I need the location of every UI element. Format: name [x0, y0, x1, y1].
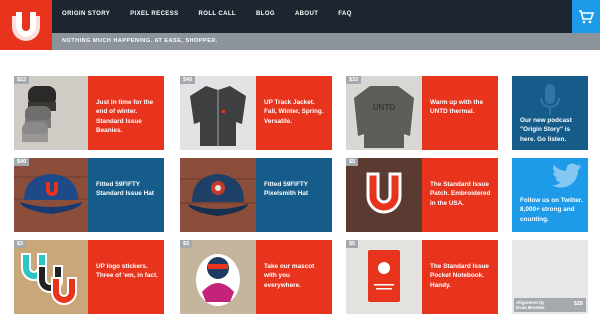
pointer-notch — [88, 273, 89, 281]
price-badge: $32 — [346, 76, 362, 84]
product-description[interactable]: Take our mascot with you everywhere. — [256, 240, 332, 314]
product-description[interactable]: Warm up with the UNTD thermal. — [422, 76, 498, 150]
standard-hat-text: Fitted 59FIFTY Standard Issue Hat — [96, 181, 154, 198]
pointer-notch — [422, 191, 423, 199]
patch-illustration — [346, 158, 422, 232]
price-badge: $28 — [573, 300, 583, 307]
tagline: NOTHING MUCH HAPPENING. AT EASE, SHOPPER… — [62, 38, 218, 44]
pixelsmith-hat-photo[interactable] — [180, 158, 256, 232]
notebook-illustration — [346, 240, 422, 314]
beanies-illustration — [14, 76, 88, 150]
product-description[interactable]: Fitted 59FIFTY Pixelsmith Hat — [256, 158, 332, 232]
mascot-text: Take our mascot with you everywhere. — [264, 263, 315, 289]
nav-origin-story[interactable]: ORIGIN STORY — [62, 11, 110, 17]
pointer-notch — [422, 109, 423, 117]
nav-roll-call[interactable]: ROLL CALL — [199, 11, 237, 17]
main-nav: ORIGIN STORY PIXEL RECESS ROLL CALL BLOG… — [62, 11, 352, 17]
beanies-text: Just in time for the end of winter. Stan… — [96, 99, 154, 134]
price-badge: $22 — [14, 76, 30, 84]
standard-hat-photo[interactable]: $40 — [14, 158, 88, 232]
patch-text: The Standard Issue Patch. Embroidered in… — [430, 181, 491, 207]
nav-pixel-recess[interactable]: PIXEL RECESS — [130, 11, 178, 17]
stickers-photo[interactable]: $3 — [14, 240, 88, 314]
pointer-notch — [256, 109, 257, 117]
pointer-notch — [88, 109, 89, 117]
notebook-text: The Standard Issue Pocket Notebook. Hand… — [430, 263, 489, 289]
stickers-illustration — [14, 240, 88, 314]
jacket-illustration — [180, 76, 256, 150]
hat-illustration — [14, 158, 88, 232]
product-description[interactable]: Fitted 59FIFTY Standard Issue Hat — [88, 158, 164, 232]
product-description[interactable]: The Standard Issue Patch. Embroidered in… — [422, 158, 498, 232]
twitter-card[interactable]: Follow us on Twitter. 8,000+ strong and … — [512, 158, 588, 232]
twitter-text: Follow us on Twitter. 8,000+ strong and … — [520, 197, 583, 223]
credit-text: Alignment by Evan Bremke — [516, 299, 545, 310]
nav-about[interactable]: ABOUT — [295, 11, 318, 17]
mascot-illustration — [180, 240, 256, 314]
jacket-text: UP Track Jacket. Fall, Winter, Spring. V… — [264, 99, 324, 125]
u-logo-icon[interactable] — [0, 0, 52, 50]
price-badge: $40 — [14, 158, 30, 166]
price-badge: $3 — [180, 240, 193, 248]
mascot-sticker-photo[interactable]: $3 — [180, 240, 256, 314]
pixelsmith-hat-text: Fitted 59FIFTY Pixelsmith Hat — [264, 181, 309, 198]
svg-text:UNTD: UNTD — [373, 103, 395, 112]
pointer-notch — [256, 191, 257, 199]
hat-illustration — [180, 158, 256, 232]
notebook-photo[interactable]: $5 — [346, 240, 422, 314]
product-description[interactable]: UP logo stickers. Three of 'em, in fact. — [88, 240, 164, 314]
twitter-bird-icon — [552, 163, 582, 188]
alignment-credit-tile[interactable]: Alignment by Evan Bremke $28 — [512, 240, 588, 314]
podcast-text: Our new podcast "Origin Story" is here. … — [520, 117, 572, 143]
nav-blog[interactable]: BLOG — [256, 11, 275, 17]
pointer-notch — [256, 273, 257, 281]
thermal-illustration: UNTD — [346, 76, 422, 150]
alignment-credit: Alignment by Evan Bremke $28 — [514, 297, 586, 312]
track-jacket-photo[interactable]: $40 — [180, 76, 256, 150]
beanies-photo[interactable]: $22 — [14, 76, 88, 150]
price-badge: $3 — [14, 240, 27, 248]
nav-faq[interactable]: FAQ — [338, 11, 352, 17]
product-description[interactable]: The Standard Issue Pocket Notebook. Hand… — [422, 240, 498, 314]
stickers-text: UP logo stickers. Three of 'em, in fact. — [96, 263, 158, 280]
thermal-text: Warm up with the UNTD thermal. — [430, 99, 484, 116]
patch-photo[interactable]: $5 — [346, 158, 422, 232]
product-description[interactable]: Just in time for the end of winter. Stan… — [88, 76, 164, 150]
thermal-photo[interactable]: UNTD $32 — [346, 76, 422, 150]
product-description[interactable]: UP Track Jacket. Fall, Winter, Spring. V… — [256, 76, 332, 150]
price-badge: $5 — [346, 158, 359, 166]
price-badge: $40 — [180, 76, 196, 84]
pointer-notch — [88, 191, 89, 199]
price-badge: $5 — [346, 240, 359, 248]
podcast-card[interactable]: Our new podcast "Origin Story" is here. … — [512, 76, 588, 150]
product-grid: $22 Just in time for the end of winter. … — [0, 50, 600, 320]
cart-button[interactable] — [572, 0, 600, 33]
cart-icon — [579, 9, 594, 23]
pointer-notch — [422, 273, 423, 281]
